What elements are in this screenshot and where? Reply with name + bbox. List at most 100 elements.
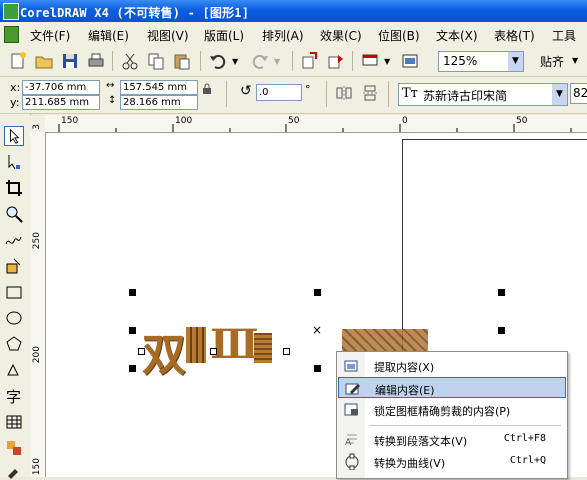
ruler-left-label: 150 — [32, 458, 42, 476]
menu-item-extract-contents[interactable]: 提取内容(X) — [338, 355, 566, 376]
menu-item-lock-contents[interactable]: 锁定图框精确剪裁的内容(P) — [338, 399, 566, 420]
menu-tools[interactable]: 工具 — [552, 27, 576, 44]
height-icon: ↕ — [108, 95, 117, 106]
freehand-tool-icon[interactable] — [4, 230, 24, 250]
ruler-top-label: 100 — [175, 116, 193, 126]
artwork-glyph — [254, 333, 272, 363]
interactive-fill-tool-icon[interactable] — [4, 438, 24, 458]
degree-label: ° — [305, 83, 311, 96]
selection-handle[interactable] — [129, 327, 136, 334]
selection-handle[interactable] — [498, 289, 505, 296]
welcome-screen-icon[interactable] — [400, 51, 420, 71]
redo-icon[interactable] — [250, 51, 270, 71]
truetype-icon: Tт — [402, 86, 418, 101]
font-list-select[interactable]: Tт 苏新诗古印宋简 ▼ — [398, 83, 568, 106]
selection-handle[interactable] — [129, 289, 136, 296]
application-launcher-icon[interactable] — [360, 51, 380, 71]
y-position-field[interactable]: 211.685 mm — [22, 95, 100, 110]
rotation-icon: ↺ — [240, 83, 252, 99]
font-name: 苏新诗古印宋简 — [423, 89, 508, 103]
artwork-glyph — [186, 327, 206, 363]
eyedropper-tool-icon[interactable] — [4, 460, 24, 480]
basic-shapes-tool-icon[interactable] — [4, 360, 24, 380]
import-icon[interactable] — [300, 51, 320, 71]
width-icon: ↔ — [106, 80, 115, 91]
undo-icon[interactable] — [208, 51, 228, 71]
paste-icon[interactable] — [172, 51, 192, 71]
artwork-glyph: Ⅲ — [210, 321, 259, 368]
lock-contents-icon — [344, 403, 358, 416]
zoom-tool-icon[interactable] — [4, 204, 24, 224]
copy-icon[interactable] — [146, 51, 166, 71]
height-field[interactable]: 28.166 mm — [120, 95, 198, 110]
svg-text:A: A — [345, 438, 352, 448]
menu-view[interactable]: 视图(V) — [147, 27, 189, 44]
menu-layout[interactable]: 版面(L) — [204, 27, 244, 44]
zoom-dropdown-icon[interactable]: ▼ — [508, 52, 523, 71]
snap-to-menu[interactable]: 贴齐 — [540, 53, 564, 70]
pick-tool-icon[interactable] — [4, 126, 24, 146]
selection-handle[interactable] — [129, 365, 136, 372]
edit-contents-icon — [345, 383, 360, 395]
smart-fill-tool-icon[interactable] — [4, 256, 24, 276]
text-tool-icon[interactable]: 字 — [6, 386, 21, 407]
selection-handle[interactable] — [314, 365, 321, 372]
open-folder-icon[interactable] — [34, 51, 54, 71]
launcher-dropdown-icon[interactable]: ▼ — [384, 57, 390, 66]
width-field[interactable]: 157.545 mm — [120, 80, 198, 95]
zoom-level-select[interactable]: 125% ▼ — [438, 51, 524, 72]
menu-item-convert-to-curves[interactable]: 转换为曲线(V) Ctrl+Q — [338, 451, 566, 472]
property-bar: x: y: -37.706 mm 211.685 mm ↔ ↕ 157.545 … — [0, 77, 587, 114]
lock-ratio-icon[interactable] — [202, 83, 212, 95]
extract-contents-icon — [344, 360, 358, 372]
print-icon[interactable] — [86, 51, 106, 71]
ruler-left-label: 200 — [32, 346, 42, 364]
ruler-left-label: 3 — [32, 124, 42, 130]
ruler-top-label: 50 — [288, 116, 300, 126]
rotation-field[interactable]: .0 — [256, 84, 302, 101]
mirror-horizontal-icon[interactable] — [336, 85, 352, 101]
cut-icon[interactable] — [120, 51, 140, 71]
menu-item-convert-to-paragraph[interactable]: A 转换到段落文本(V) Ctrl+F8 — [338, 429, 566, 450]
menu-edit[interactable]: 编辑(E) — [88, 27, 129, 44]
vertical-ruler[interactable]: 3 250 200 150 — [30, 124, 46, 477]
menu-file[interactable]: 文件(F) — [30, 27, 70, 44]
rectangle-tool-icon[interactable] — [4, 282, 24, 302]
center-marker-icon: × — [312, 323, 323, 337]
redo-dropdown-icon[interactable]: ▼ — [274, 57, 280, 66]
polygon-tool-icon[interactable] — [4, 334, 24, 354]
horizontal-ruler[interactable]: 150 100 50 0 50 — [45, 115, 587, 133]
font-size-field[interactable]: 82 — [570, 83, 587, 104]
paragraph-text-icon: A — [345, 434, 357, 448]
menu-item-edit-contents[interactable]: 编辑内容(E) — [338, 377, 566, 398]
menu-table[interactable]: 表格(T) — [494, 27, 535, 44]
export-icon[interactable] — [326, 51, 346, 71]
node-handle[interactable] — [138, 348, 145, 355]
ruler-top-label: 0 — [402, 116, 408, 126]
table-tool-icon[interactable] — [4, 412, 24, 432]
menu-text[interactable]: 文本(X) — [436, 27, 478, 44]
window-title: CorelDRAW X4 (不可转售) - [图形1] — [20, 6, 250, 20]
shape-tool-icon[interactable] — [4, 152, 24, 172]
app-icon — [3, 3, 19, 20]
font-dropdown-icon[interactable]: ▼ — [552, 84, 567, 105]
y-label: y: — [10, 96, 20, 109]
menu-bitmaps[interactable]: 位图(B) — [378, 27, 420, 44]
menu-bar: 文件(F) 编辑(E) 视图(V) 版面(L) 排列(A) 效果(C) 位图(B… — [0, 22, 587, 47]
save-icon[interactable] — [60, 51, 80, 71]
menu-effects[interactable]: 效果(C) — [320, 27, 362, 44]
menu-arrange[interactable]: 排列(A) — [262, 27, 304, 44]
undo-dropdown-icon[interactable]: ▼ — [232, 57, 238, 66]
snap-dropdown-icon[interactable]: ▼ — [572, 56, 578, 65]
selection-handle[interactable] — [314, 289, 321, 296]
mirror-vertical-icon[interactable] — [362, 85, 378, 101]
x-position-field[interactable]: -37.706 mm — [22, 80, 100, 95]
node-handle[interactable] — [210, 348, 217, 355]
document-icon[interactable] — [4, 26, 19, 43]
crop-tool-icon[interactable] — [4, 178, 24, 198]
selection-handle[interactable] — [498, 327, 505, 334]
shortcut-label: Ctrl+F8 — [503, 433, 546, 444]
node-handle[interactable] — [283, 348, 290, 355]
ellipse-tool-icon[interactable] — [4, 308, 24, 328]
new-document-icon[interactable] — [8, 51, 28, 71]
